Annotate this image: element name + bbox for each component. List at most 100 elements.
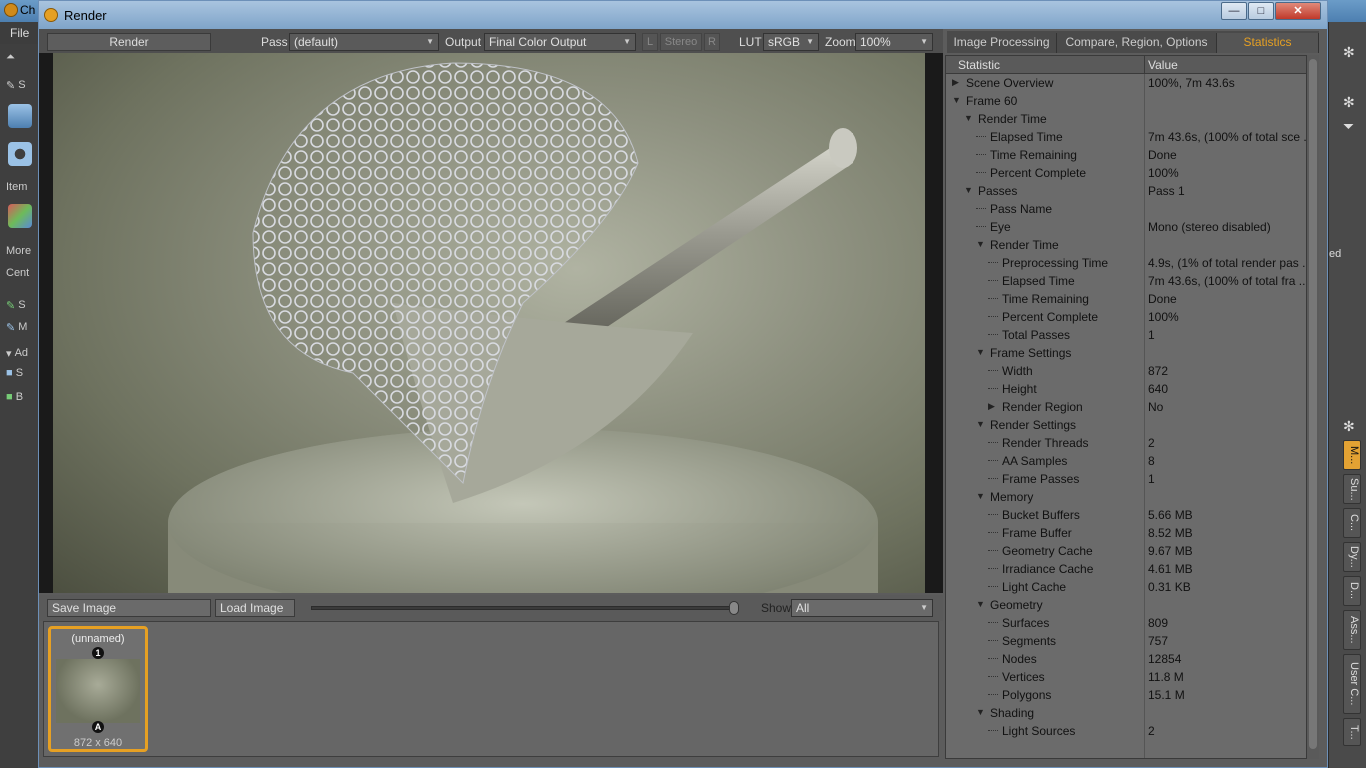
vtab-su[interactable]: Su... — [1343, 474, 1361, 504]
pass-select[interactable]: (default) ▼ — [289, 33, 439, 51]
vtab-t[interactable]: T... — [1343, 718, 1361, 746]
toolbar-tab-item[interactable]: Item — [6, 176, 36, 198]
maximize-button[interactable]: □ — [1248, 2, 1274, 20]
image-slider-track[interactable] — [311, 606, 731, 610]
toolbar-more[interactable]: More — [6, 240, 36, 262]
statistics-row[interactable]: ▼ Render Time — [946, 236, 1306, 254]
statistics-row[interactable]: Nodes 12854 — [946, 650, 1306, 668]
statistics-row[interactable]: ▼ Frame Settings — [946, 344, 1306, 362]
toolbar-tool-s2[interactable]: ✎ S — [6, 294, 36, 316]
statistics-row[interactable]: Render Threads 2 — [946, 434, 1306, 452]
statistics-row[interactable]: Width 872 — [946, 362, 1306, 380]
statistics-row[interactable]: ▼ Passes Pass 1 — [946, 182, 1306, 200]
statistics-row[interactable]: ▼ Geometry — [946, 596, 1306, 614]
statistics-row[interactable]: Vertices 11.8 M — [946, 668, 1306, 686]
transform-tool-icon[interactable] — [8, 204, 32, 228]
collapse-triangle-icon[interactable]: ▶ — [988, 401, 995, 412]
statistics-row[interactable]: AA Samples 8 — [946, 452, 1306, 470]
toolbar-tool-b[interactable]: ■ B — [6, 386, 36, 408]
torus-tool-icon[interactable] — [8, 142, 32, 166]
statistics-row[interactable]: Preprocessing Time 4.9s, (1% of total ren… — [946, 254, 1306, 272]
save-image-button[interactable]: Save Image — [47, 599, 211, 617]
toolbar-tool-m[interactable]: ✎ M — [6, 316, 36, 338]
statistics-row[interactable]: ▼ Shading — [946, 704, 1306, 722]
statistics-row[interactable]: Segments 757 — [946, 632, 1306, 650]
vtab-ass[interactable]: Ass... — [1343, 610, 1361, 650]
statistics-row[interactable]: Height 640 — [946, 380, 1306, 398]
statistics-row[interactable]: Elapsed Time 7m 43.6s, (100% of total sce… — [946, 128, 1306, 146]
toolbar-center[interactable]: Cent — [6, 262, 36, 284]
gear-icon[interactable]: ✻ — [1343, 94, 1355, 111]
expand-triangle-icon[interactable]: ▼ — [976, 599, 985, 609]
statistics-row[interactable]: Elapsed Time 7m 43.6s, (100% of total fra… — [946, 272, 1306, 290]
statistics-row[interactable]: Pass Name — [946, 200, 1306, 218]
tab-image-processing[interactable]: Image Processing — [947, 33, 1057, 53]
show-select[interactable]: All ▼ — [791, 599, 933, 617]
header-value[interactable]: Value — [1148, 58, 1178, 72]
statistics-row[interactable]: ▼ Frame 60 — [946, 92, 1306, 110]
statistics-scrollbar[interactable] — [1307, 55, 1319, 759]
statistics-row[interactable]: Eye Mono (stereo disabled) — [946, 218, 1306, 236]
tab-statistics[interactable]: Statistics — [1217, 33, 1319, 53]
toolbar-tool-s3[interactable]: ■ S — [6, 362, 36, 384]
load-image-button[interactable]: Load Image — [215, 599, 295, 617]
expand-triangle-icon[interactable]: ▼ — [976, 491, 985, 501]
statistics-row[interactable]: ▼ Memory — [946, 488, 1306, 506]
toolbar-add[interactable]: ▾ Ad — [6, 342, 36, 364]
vtab-d[interactable]: D... — [1343, 576, 1361, 606]
statistics-row[interactable]: ▼ Render Settings — [946, 416, 1306, 434]
minimize-button[interactable]: — — [1221, 2, 1247, 20]
statistics-row[interactable]: Irradiance Cache 4.61 MB — [946, 560, 1306, 578]
statistics-row[interactable]: ▶ Render Region No — [946, 398, 1306, 416]
toolbar-tool-s[interactable]: ✎ S — [6, 74, 36, 96]
expand-triangle-icon[interactable]: ▼ — [976, 239, 985, 249]
statistics-row[interactable]: Time Remaining Done — [946, 290, 1306, 308]
statistics-row[interactable]: Frame Passes 1 — [946, 470, 1306, 488]
vtab-dy[interactable]: Dy... — [1343, 542, 1361, 572]
expand-triangle-icon[interactable]: ▼ — [952, 95, 961, 105]
image-thumbnail[interactable]: (unnamed) 1 A 872 x 640 — [48, 626, 148, 752]
expand-triangle-icon[interactable]: ▼ — [964, 185, 973, 195]
cube-tool-icon[interactable] — [8, 104, 32, 128]
statistics-row[interactable]: ▼ Render Time — [946, 110, 1306, 128]
vtab-user-c[interactable]: User C... — [1343, 654, 1361, 714]
zoom-select[interactable]: 100% ▼ — [855, 33, 933, 51]
stereo-left-button[interactable]: L — [642, 33, 658, 51]
statistics-row[interactable]: ▶ Scene Overview 100%, 7m 43.6s — [946, 74, 1306, 92]
statistics-row[interactable]: Total Passes 1 — [946, 326, 1306, 344]
statistics-row[interactable]: Surfaces 809 — [946, 614, 1306, 632]
tab-compare-region-options[interactable]: Compare, Region, Options — [1057, 33, 1217, 53]
lut-select[interactable]: sRGB ▼ — [763, 33, 819, 51]
gear-icon[interactable]: ✻ — [1343, 418, 1355, 435]
gear-icon[interactable]: ✻ — [1343, 44, 1355, 61]
statistics-row[interactable]: Polygons 15.1 M — [946, 686, 1306, 704]
filter-icon[interactable]: ⏷ — [1343, 118, 1354, 135]
collapse-triangle-icon[interactable]: ▶ — [952, 77, 959, 88]
scrollbar-thumb[interactable] — [1309, 59, 1317, 749]
close-button[interactable]: ✕ — [1275, 2, 1321, 20]
statistics-row[interactable]: Bucket Buffers 5.66 MB — [946, 506, 1306, 524]
statistics-row[interactable]: Geometry Cache 9.67 MB — [946, 542, 1306, 560]
expand-triangle-icon[interactable]: ▼ — [964, 113, 973, 123]
header-statistic[interactable]: Statistic — [958, 58, 1000, 72]
expand-triangle-icon[interactable]: ▼ — [976, 707, 985, 717]
output-select[interactable]: Final Color Output ▼ — [484, 33, 636, 51]
statistics-row[interactable]: Time Remaining Done — [946, 146, 1306, 164]
statistics-row[interactable]: Light Sources 2 — [946, 722, 1306, 740]
statistics-row[interactable]: Percent Complete 100% — [946, 164, 1306, 182]
expand-triangle-icon[interactable]: ▼ — [976, 419, 985, 429]
menu-file[interactable]: File — [10, 26, 29, 40]
stereo-button[interactable]: Stereo — [660, 33, 702, 51]
statistics-row[interactable]: Percent Complete 100% — [946, 308, 1306, 326]
image-slider-handle[interactable] — [729, 601, 739, 615]
vtab-m[interactable]: M... — [1343, 440, 1361, 470]
render-window-title-bar[interactable]: Render — □ ✕ — [39, 1, 1327, 29]
render-button[interactable]: Render — [47, 33, 211, 51]
stereo-right-button[interactable]: R — [704, 33, 720, 51]
statistics-row[interactable]: Frame Buffer 8.52 MB — [946, 524, 1306, 542]
statistics-row[interactable]: Light Cache 0.31 KB — [946, 578, 1306, 596]
expand-triangle-icon[interactable]: ▼ — [976, 347, 985, 357]
render-viewport[interactable] — [53, 53, 925, 593]
vtab-c[interactable]: C... — [1343, 508, 1361, 538]
toolbar-arrow-icon[interactable]: ⏶ — [6, 46, 36, 68]
